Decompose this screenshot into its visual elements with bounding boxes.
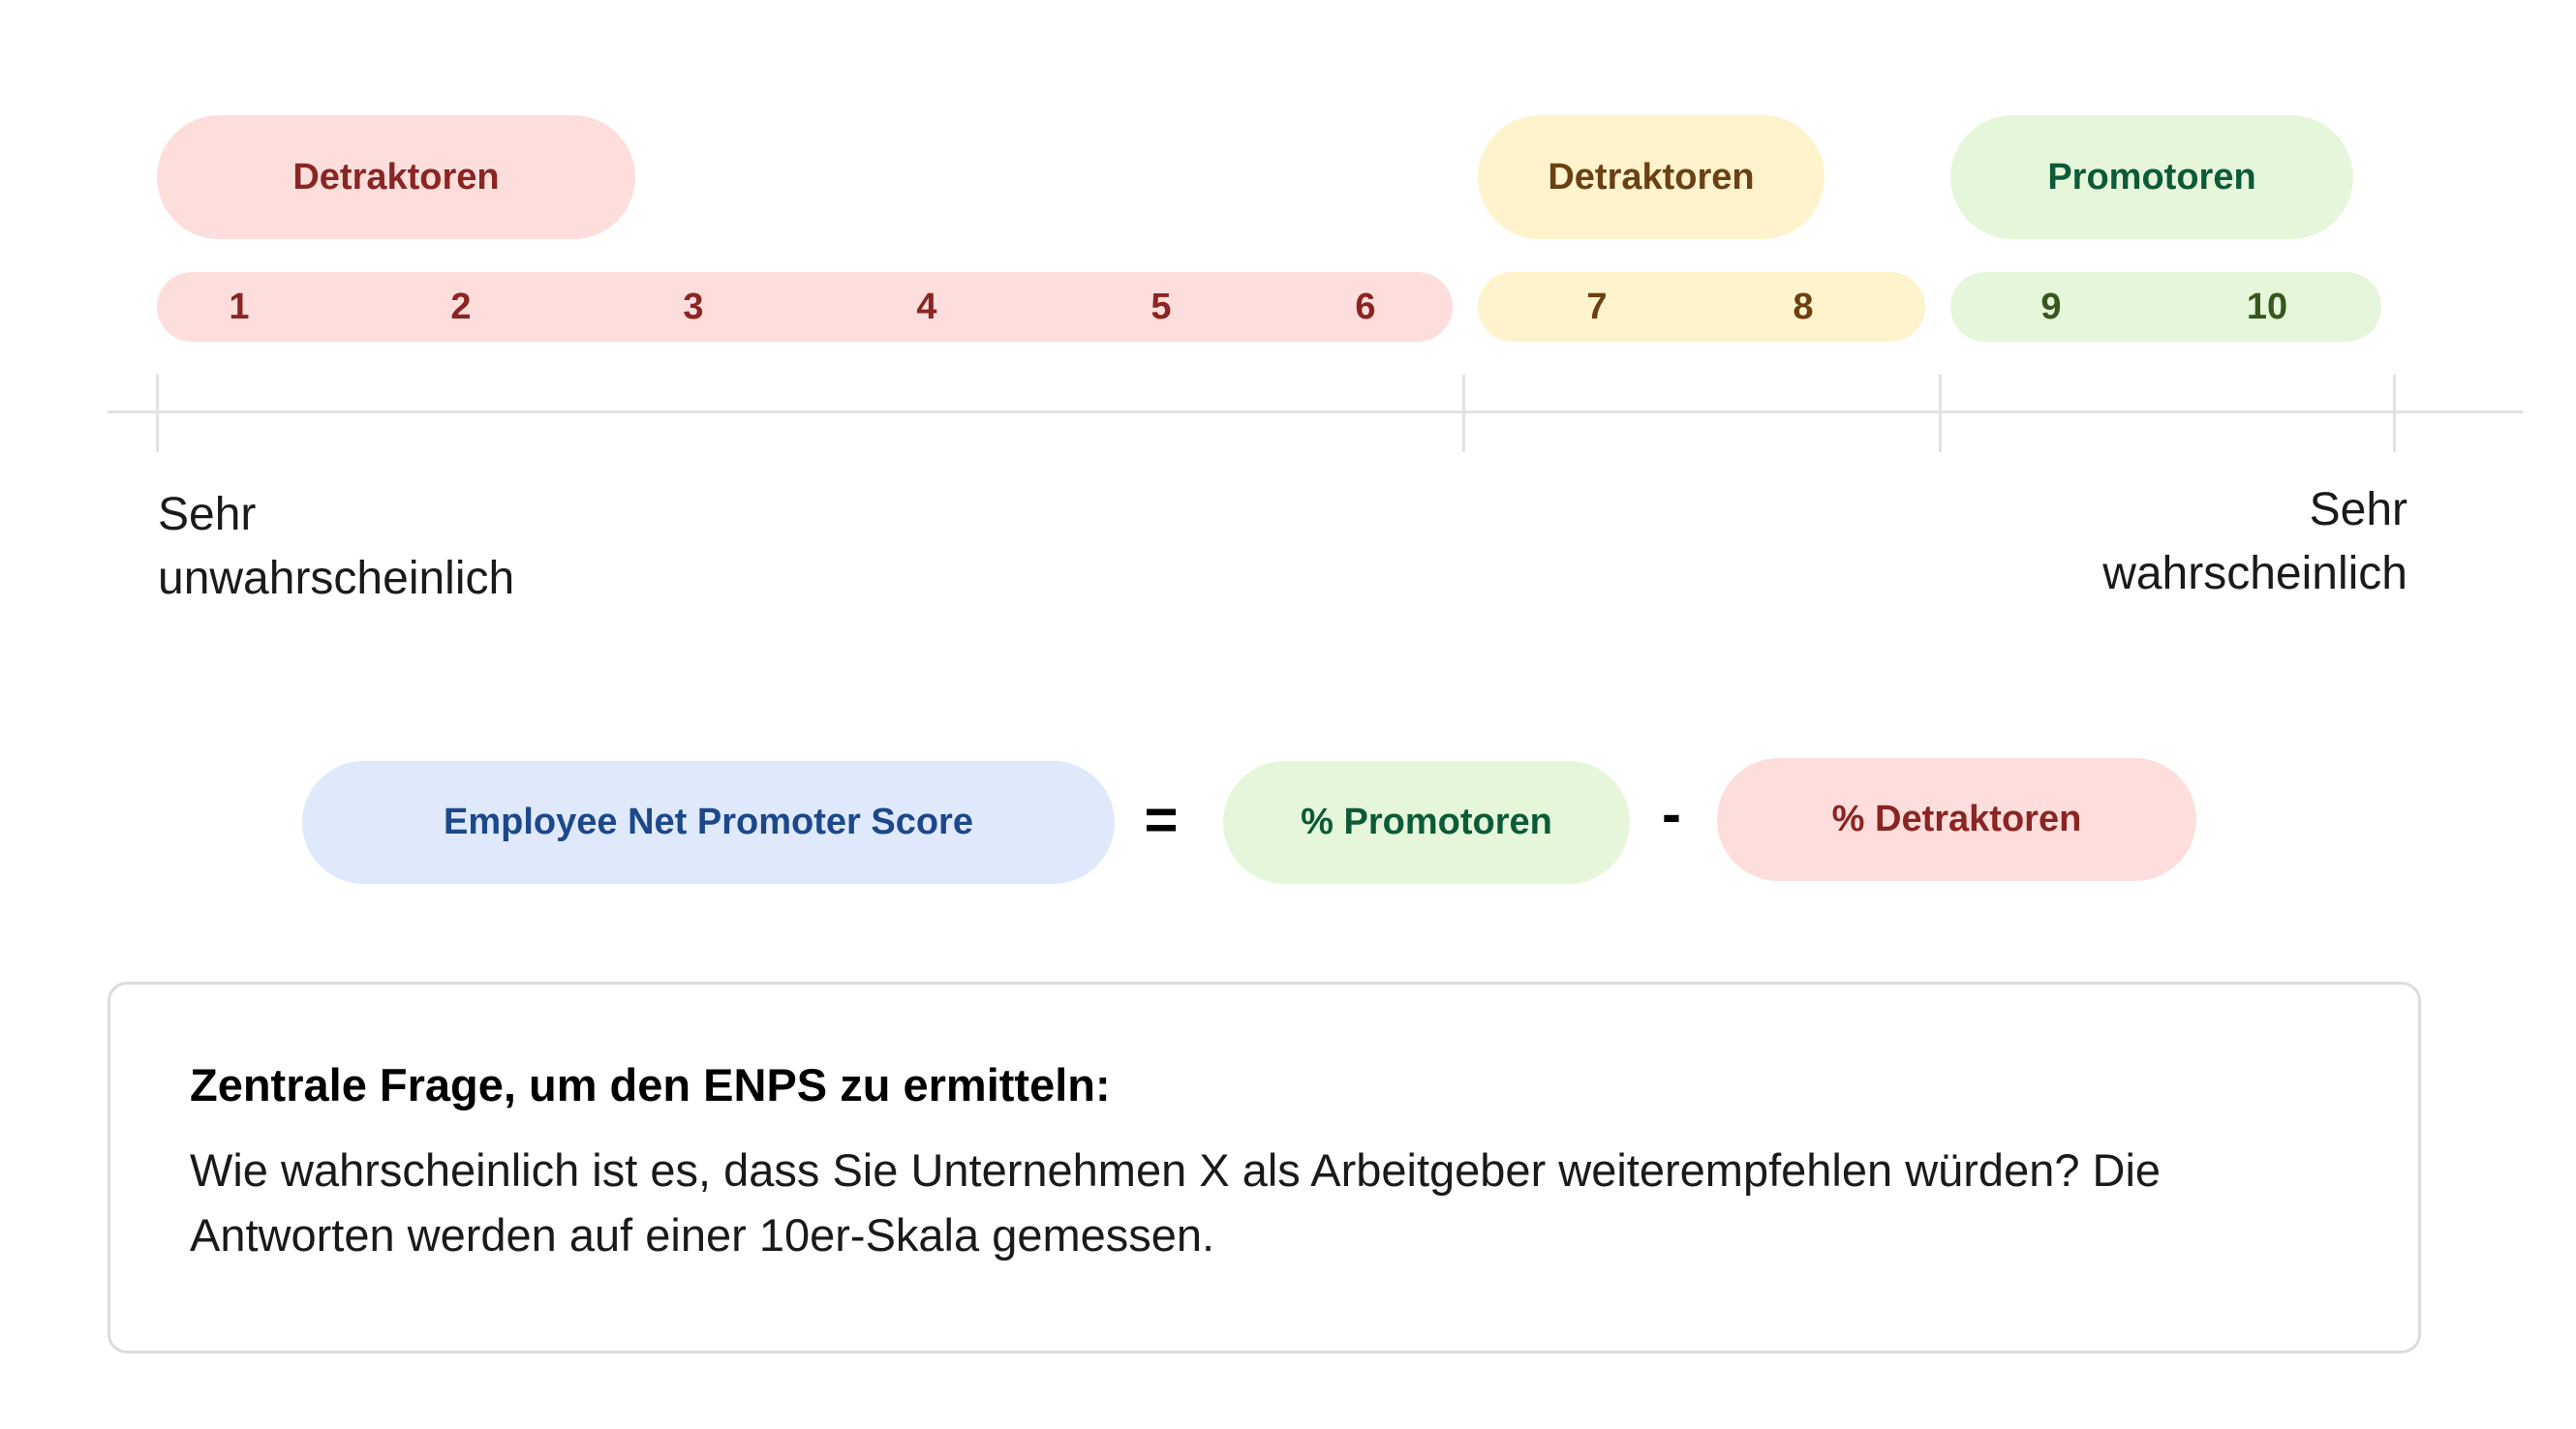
promoters-percent-text: % Promotoren — [1301, 802, 1552, 842]
detractors-score-bar — [157, 272, 1453, 342]
promoters-group-label-text: Promotoren — [2047, 156, 2256, 198]
detractors-group-label: Detraktoren — [157, 115, 635, 239]
promoters-score-bar — [1950, 272, 2381, 342]
axis-tick-passives-end — [1939, 375, 1942, 452]
enps-result-text: Employee Net Promoter Score — [444, 802, 973, 842]
detractors-percent-text: % Detraktoren — [1831, 799, 2082, 839]
key-question-title: Zentrale Frage, um den ENPS zu ermitteln… — [190, 1059, 1111, 1110]
promoters-group-label: Promotoren — [1950, 115, 2353, 239]
score-2: 2 — [450, 287, 472, 327]
low-end-label: Sehr unwahrscheinlich — [158, 483, 514, 611]
key-question-card: Zentrale Frage, um den ENPS zu ermitteln… — [107, 982, 2421, 1353]
score-9: 9 — [2040, 287, 2062, 327]
promoters-percent-pill: % Promotoren — [1223, 761, 1630, 884]
low-end-label-line2: unwahrscheinlich — [158, 553, 515, 604]
score-3: 3 — [683, 287, 704, 327]
high-end-label-line2: wahrscheinlich — [2102, 548, 2407, 599]
scale-axis-line — [107, 410, 2523, 413]
axis-tick-end — [2393, 375, 2396, 452]
score-8: 8 — [1793, 287, 1814, 327]
equals-sign: = — [1144, 787, 1179, 852]
detractors-group-label-text: Detraktoren — [292, 156, 500, 198]
passives-score-bar — [1478, 272, 1925, 342]
score-1: 1 — [229, 287, 250, 327]
score-7: 7 — [1586, 287, 1608, 327]
low-end-label-line1: Sehr — [158, 489, 257, 540]
score-4: 4 — [916, 287, 937, 327]
detractors-percent-pill: % Detraktoren — [1717, 758, 2196, 881]
enps-result-pill: Employee Net Promoter Score — [302, 761, 1115, 884]
passives-group-label: Detraktoren — [1478, 115, 1825, 239]
minus-sign: - — [1662, 781, 1681, 846]
high-end-label: Sehr wahrscheinlich — [2102, 478, 2407, 606]
high-end-label-line1: Sehr — [2309, 484, 2407, 535]
axis-tick-start — [156, 375, 159, 452]
score-6: 6 — [1355, 287, 1376, 327]
key-question-text: Wie wahrscheinlich ist es, dass Sie Unte… — [190, 1144, 2162, 1261]
score-10: 10 — [2246, 287, 2288, 327]
score-5: 5 — [1150, 287, 1172, 327]
passives-group-label-text: Detraktoren — [1548, 156, 1755, 198]
axis-tick-detractors-end — [1462, 375, 1465, 452]
